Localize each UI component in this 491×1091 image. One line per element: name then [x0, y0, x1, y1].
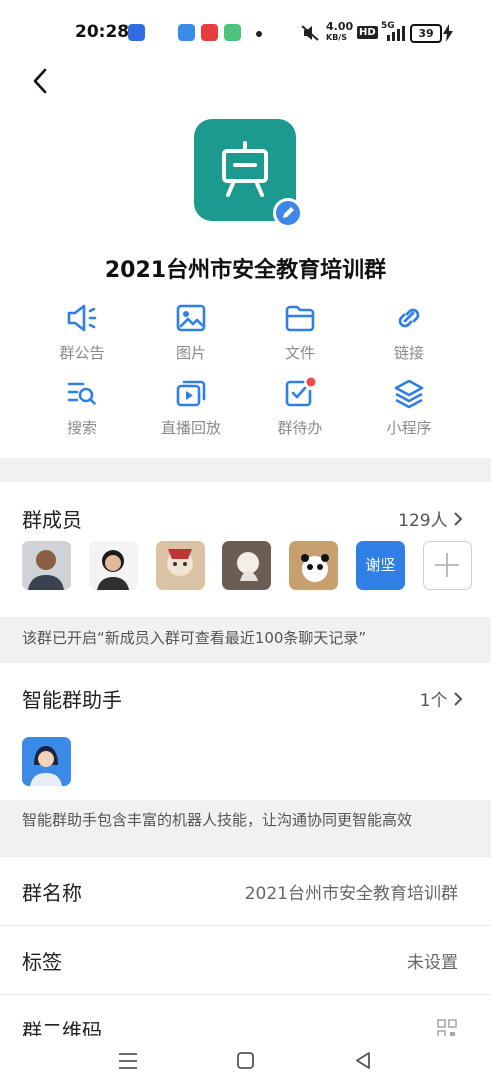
group-name-title: 2021台州市安全教育培训群 — [104, 258, 387, 283]
member-photo-icon — [22, 541, 71, 590]
section-divider — [0, 458, 491, 482]
mute-icon — [301, 25, 319, 41]
feature-live-replay[interactable]: 直播回放 — [131, 377, 251, 447]
edit-avatar-button[interactable] — [273, 198, 303, 228]
members-title: 群成员 — [22, 508, 82, 532]
feature-label: 群公告 — [59, 344, 105, 362]
feature-label: 链接 — [393, 344, 424, 362]
system-nav-bar — [0, 1036, 491, 1091]
plus-icon — [435, 553, 459, 577]
home-icon[interactable] — [236, 1051, 255, 1070]
feature-search[interactable]: 搜索 — [22, 377, 142, 447]
feature-label: 直播回放 — [160, 419, 221, 437]
settings-row-tags[interactable]: 标签 未设置 — [0, 925, 491, 994]
feature-label: 图片 — [175, 344, 206, 362]
app-notification-icon — [152, 24, 169, 41]
settings-key: 群名称 — [22, 881, 82, 905]
feature-announcement[interactable]: 群公告 — [22, 302, 142, 372]
member-photo-icon — [89, 541, 138, 590]
more-notifications-dot — [256, 31, 262, 37]
members-count-link[interactable]: 129人 — [398, 506, 463, 531]
message-notification-icon — [178, 24, 195, 41]
members-count: 129人 — [398, 511, 448, 531]
feature-label: 群待办 — [277, 419, 323, 437]
feature-mini-program[interactable]: 小程序 — [349, 377, 469, 447]
menu-icon[interactable] — [118, 1052, 138, 1070]
feature-label: 小程序 — [386, 419, 432, 437]
member-photo-icon — [156, 541, 205, 590]
alipay-notification-icon — [128, 24, 145, 41]
chevron-right-icon — [454, 512, 463, 526]
settings-value: 2021台州市安全教育培训群 — [244, 884, 458, 904]
status-bar: 20:28 4.00 KB/S HD 5G 39 — [0, 0, 491, 62]
member-photo-icon — [289, 541, 338, 590]
status-time: 20:28 — [75, 22, 130, 42]
link-icon — [398, 308, 420, 328]
feature-files[interactable]: 文件 — [240, 302, 360, 372]
battery-level: 39 — [410, 24, 442, 43]
assistant-avatar[interactable] — [22, 737, 71, 786]
add-member-button[interactable] — [423, 541, 472, 590]
member-avatar[interactable] — [89, 541, 138, 590]
back-arrow-icon[interactable] — [28, 66, 52, 96]
folder-icon — [285, 305, 315, 332]
back-triangle-icon[interactable] — [354, 1051, 372, 1070]
net-speed-value: 4.00 — [326, 20, 354, 33]
member-avatar-named[interactable]: 谢坚 — [356, 541, 405, 590]
feature-images[interactable]: 图片 — [131, 302, 251, 372]
settings-key: 标签 — [22, 950, 62, 974]
pencil-icon — [283, 207, 294, 218]
member-photo-icon — [222, 541, 271, 590]
net-speed: 4.00 KB/S — [326, 20, 354, 43]
announcement-icon — [67, 304, 97, 332]
settings-value: 未设置 — [407, 953, 458, 973]
chevron-right-icon — [454, 692, 463, 706]
feature-todo[interactable]: 群待办 — [240, 377, 360, 447]
hd-badge: HD — [357, 26, 378, 39]
member-avatar[interactable] — [156, 541, 205, 590]
todo-icon — [285, 377, 316, 407]
members-history-notice: 该群已开启“新成员入群可查看最近100条聊天记录” — [0, 617, 491, 663]
feature-label: 搜索 — [66, 419, 97, 437]
assistant-title: 智能群助手 — [22, 688, 122, 712]
image-icon — [176, 304, 206, 332]
video-notification-icon — [201, 24, 218, 41]
assistant-description-notice: 智能群助手包含丰富的机器人技能，让沟通协同更智能高效 — [0, 800, 491, 856]
charging-icon — [443, 24, 453, 42]
settings-row-group-name[interactable]: 群名称 2021台州市安全教育培训群 — [0, 856, 491, 925]
todo-badge-dot — [306, 377, 316, 387]
feature-label: 文件 — [284, 344, 315, 362]
search-list-icon — [67, 382, 96, 405]
member-avatar[interactable] — [289, 541, 338, 590]
assistant-count: 1个 — [419, 691, 448, 711]
assistant-count-link[interactable]: 1个 — [420, 686, 463, 711]
net-speed-unit: KB/S — [326, 33, 347, 42]
signal-icon — [387, 26, 405, 41]
layers-icon — [394, 379, 424, 409]
member-avatar[interactable] — [222, 541, 271, 590]
assistant-robot-icon — [22, 737, 71, 786]
member-avatar[interactable] — [22, 541, 71, 590]
feature-links[interactable]: 链接 — [349, 302, 469, 372]
live-replay-icon — [176, 380, 206, 407]
chat-notification-icon — [224, 24, 241, 41]
